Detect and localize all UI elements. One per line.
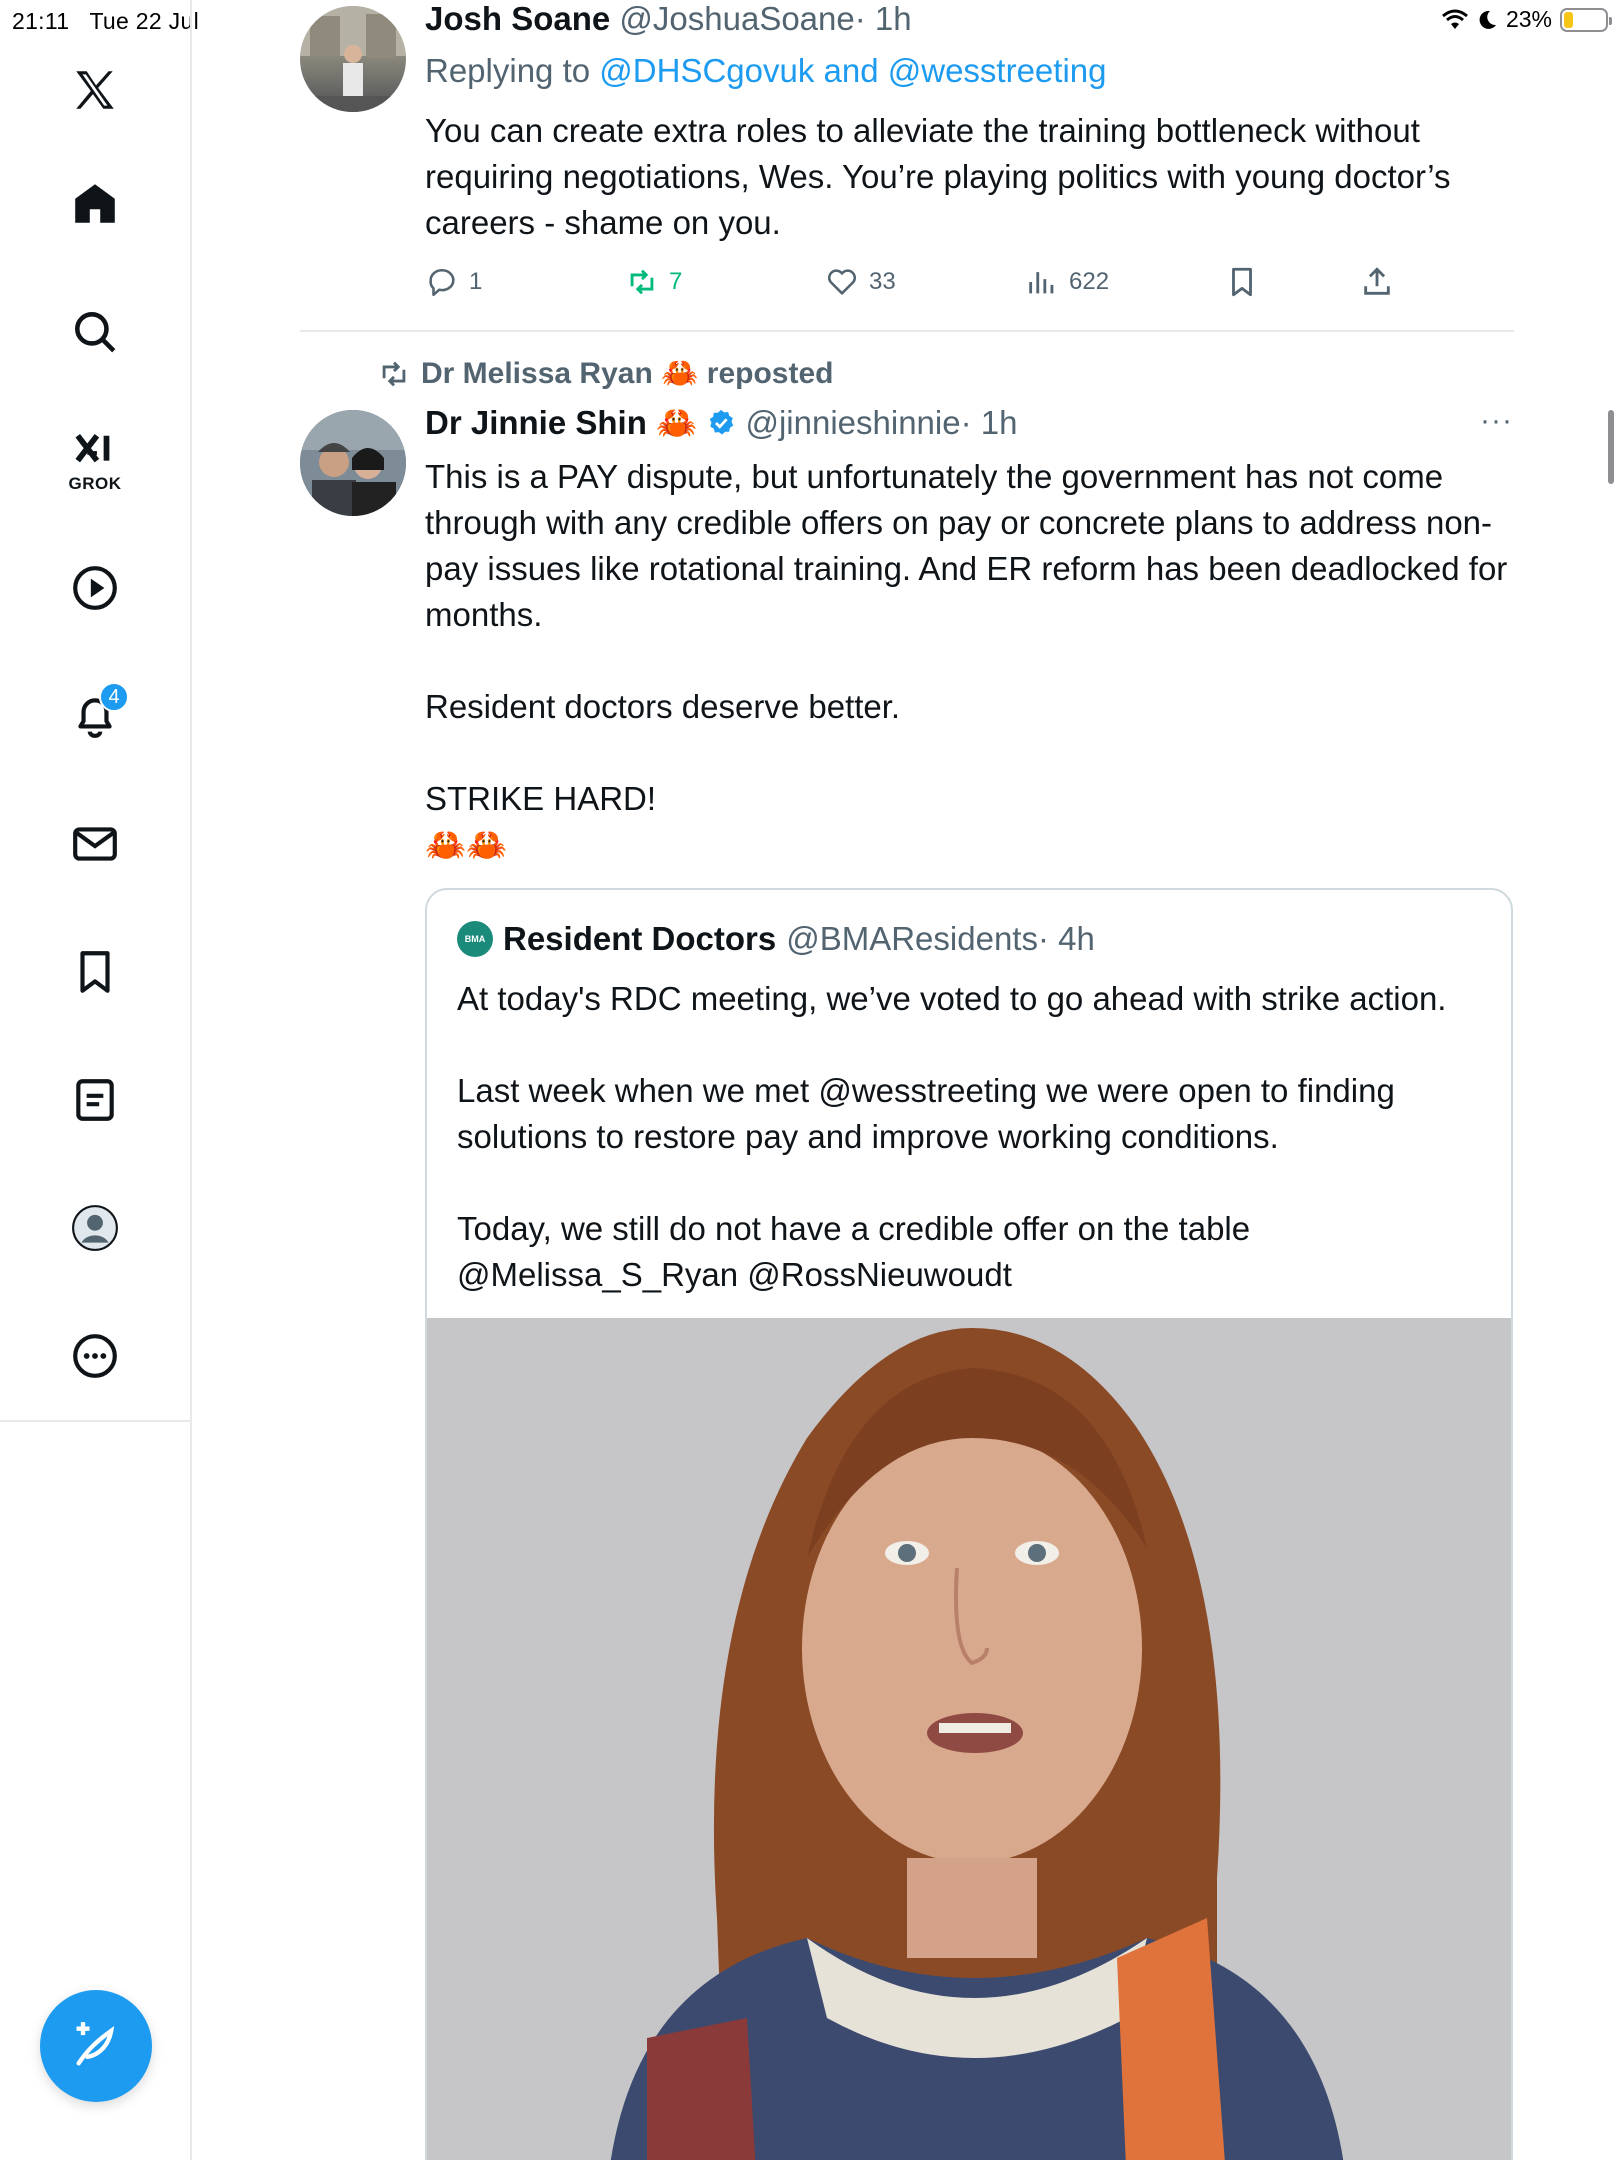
share-button[interactable] (1360, 265, 1394, 299)
tweet2-header: Dr Jinnie Shin 🦀 @jinnieshinnie· 1h (425, 404, 1017, 443)
quote-paragraph: Last week when we met @wesstreeting we w… (457, 1072, 1395, 1155)
tweet1-text: You can create extra roles to alleviate … (425, 112, 1451, 241)
profile-avatar-icon (72, 1205, 118, 1251)
author-handle[interactable]: @jinnieshinnie (745, 404, 960, 441)
home-icon (75, 184, 115, 223)
timeline: Josh Soane @JoshuaSoane· 1h Replying to … (192, 0, 1620, 2160)
avatar-image (300, 410, 406, 516)
verified-badge-icon (710, 409, 734, 435)
quoted-post[interactable]: BMA Resident Doctors @BMAResidents· 4h A… (425, 888, 1513, 2160)
scrollbar[interactable] (1608, 410, 1614, 484)
sidebar-item-profile[interactable] (45, 1178, 145, 1278)
avatar-image (300, 6, 406, 112)
like-button[interactable]: 33 (825, 265, 896, 299)
crab-emojis: 🦀🦀 (425, 826, 508, 863)
post-time: · 1h (854, 0, 912, 37)
reply-button[interactable]: 1 (425, 265, 482, 299)
sidebar-item-video[interactable] (45, 538, 145, 638)
tweet2-paragraph: This is a PAY dispute, but unfortunately… (425, 458, 1508, 633)
reply-icon (429, 269, 455, 297)
sidebar-item-bookmarks[interactable] (45, 922, 145, 1022)
tweet2-paragraph: Resident doctors deserve better. (425, 688, 901, 725)
quote-time: · 4h (1037, 920, 1095, 957)
sidebar-item-more[interactable] (45, 1306, 145, 1406)
author-handle[interactable]: @JoshuaSoane (619, 0, 854, 37)
grok-label: GROK (68, 474, 122, 493)
author-name[interactable]: Dr Jinnie Shin 🦀 (425, 404, 697, 441)
replying-prefix: Replying to (425, 52, 591, 89)
replying-to: Replying to @DHSCgovuk and @wesstreeting (425, 52, 1107, 90)
sidebar-item-explore[interactable] (45, 282, 145, 382)
avatar-josh-soane[interactable] (300, 6, 406, 112)
mail-icon (73, 827, 117, 861)
repost-by-label: Dr Melissa Ryan 🦀 reposted (421, 357, 834, 390)
speaker-portrait (427, 1318, 1511, 2160)
list-icon (76, 1079, 114, 1121)
bookmark-icon (1232, 267, 1252, 297)
replying-to-link[interactable]: @DHSCgovuk and @wesstreeting (599, 52, 1106, 89)
repost-context[interactable]: Dr Melissa Ryan 🦀 reposted (377, 356, 834, 391)
views-button[interactable]: 622 (1025, 265, 1109, 299)
avatar-jinnie-shin[interactable] (300, 410, 406, 516)
quote-author-handle[interactable]: @BMAResidents· 4h (786, 920, 1095, 958)
quote-text: At today's RDC meeting, we’ve voted to g… (457, 976, 1487, 1298)
bma-logo-icon: BMA (457, 921, 493, 957)
sidebar-item-messages[interactable] (45, 794, 145, 894)
post-time: · 1h (960, 404, 1018, 441)
quote-author-name[interactable]: Resident Doctors (503, 920, 776, 958)
author-name[interactable]: Josh Soane (425, 0, 610, 37)
sidebar-item-home[interactable] (45, 154, 145, 254)
quote-paragraph: At today's RDC meeting, we’ve voted to g… (457, 980, 1447, 1017)
tweet-divider (300, 330, 1514, 332)
heart-icon (827, 269, 857, 295)
tweet2-text: This is a PAY dispute, but unfortunately… (425, 454, 1515, 868)
x-logo-icon[interactable] (45, 40, 145, 140)
quote-header: BMA Resident Doctors @BMAResidents· 4h (457, 920, 1095, 958)
compose-button[interactable] (40, 1990, 152, 2102)
share-icon (1364, 267, 1390, 295)
play-circle-icon (73, 566, 117, 610)
notification-badge: 4 (99, 682, 129, 712)
reply-count: 1 (469, 268, 483, 295)
more-circle-icon (73, 1334, 117, 1378)
quote-paragraph: Today, we still do not have a credible o… (457, 1210, 1251, 1293)
compose-feather-icon (76, 2022, 115, 2066)
sidebar-item-notifications[interactable]: 4 (45, 666, 145, 766)
quote-video-thumbnail[interactable] (427, 1318, 1511, 2160)
sidebar: GROK 4 (0, 0, 192, 1422)
sidebar-item-grok[interactable]: GROK (45, 412, 145, 512)
bookmark-button[interactable] (1225, 265, 1259, 299)
repost-icon (630, 269, 654, 295)
like-count: 33 (869, 268, 896, 295)
tweet1-actions: 1 7 33 622 (425, 262, 1515, 302)
sidebar-item-lists[interactable] (45, 1050, 145, 1150)
more-options-button[interactable]: ··· (1480, 404, 1513, 438)
tweet1-header: Josh Soane @JoshuaSoane· 1h (425, 0, 912, 38)
tweet2-paragraph: STRIKE HARD! (425, 780, 657, 817)
grok-icon (75, 433, 110, 463)
repost-count: 7 (669, 268, 683, 295)
repost-icon (382, 361, 406, 386)
views-chart-icon (1029, 272, 1054, 294)
quote-handle-text: @BMAResidents (786, 920, 1038, 957)
repost-button[interactable]: 7 (625, 265, 682, 299)
search-icon (75, 312, 116, 353)
view-count: 622 (1069, 268, 1110, 295)
bookmark-icon (80, 951, 110, 993)
